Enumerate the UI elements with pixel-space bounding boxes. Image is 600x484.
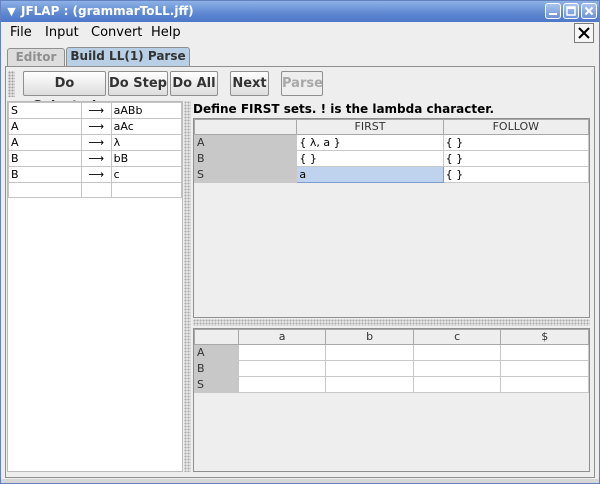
follow-cell[interactable]: { }	[442, 166, 590, 183]
menu-file[interactable]: File	[10, 25, 32, 41]
variable-cell: A	[194, 344, 239, 361]
parse-cell[interactable]	[500, 344, 589, 361]
production-lhs: B	[8, 166, 82, 183]
production-lhs: A	[8, 118, 82, 135]
arrow-icon: ⟶	[80, 118, 112, 135]
app-window: ▼ JFLAP : (grammarToLL.jff) File Input C…	[0, 0, 600, 484]
column-header-variable	[194, 329, 239, 345]
table-row: B { } { }	[193, 150, 590, 167]
production-rhs: bB	[110, 150, 183, 167]
variable-cell: S	[193, 166, 298, 183]
table-row: A { λ, a } { }	[193, 134, 590, 151]
window-title: JFLAP : (grammarToLL.jff)	[21, 4, 194, 18]
toolbar: Do Selected Do Step Do All Next Parse	[6, 69, 594, 114]
arrow-icon: ⟶	[80, 166, 112, 183]
table-row[interactable]: B ⟶ bB	[8, 150, 183, 167]
arrow-icon: ⟶	[80, 102, 112, 119]
first-follow-table: FIRST FOLLOW A { λ, a } { } B { } { } S …	[193, 118, 590, 318]
parse-cell[interactable]	[500, 376, 589, 393]
variable-cell: B	[194, 360, 239, 377]
close-icon	[578, 27, 590, 39]
close-document-button[interactable]	[574, 23, 594, 43]
menu-help[interactable]: Help	[151, 25, 181, 41]
horizontal-split-divider[interactable]	[193, 319, 590, 326]
variable-cell: B	[193, 150, 298, 167]
first-cell[interactable]: { λ, a }	[296, 134, 444, 151]
table-row: S a { }	[193, 166, 590, 183]
tab-bar: Editor Build LL(1) Parse	[1, 44, 599, 66]
production-lhs[interactable]	[8, 182, 82, 198]
vertical-split-divider[interactable]	[184, 101, 191, 472]
arrow-icon: ⟶	[80, 150, 112, 167]
production-rhs: λ	[110, 134, 183, 151]
window-bottom-edge	[1, 479, 599, 483]
production-lhs: S	[8, 102, 82, 119]
table-row: A	[194, 344, 589, 361]
parse-cell[interactable]	[500, 360, 589, 377]
parse-table: a b c $ A B S	[193, 328, 590, 472]
do-selected-button[interactable]: Do Selected	[23, 71, 106, 114]
maximize-button[interactable]	[563, 3, 579, 19]
parse-cell[interactable]	[325, 344, 414, 361]
table-row-empty[interactable]	[8, 182, 183, 198]
production-rhs[interactable]	[110, 182, 183, 198]
production-rhs: c	[110, 166, 183, 183]
follow-cell[interactable]: { }	[442, 150, 590, 167]
chevron-down-icon[interactable]: ▼	[4, 4, 19, 19]
column-header-follow[interactable]: FOLLOW	[442, 119, 590, 135]
next-button[interactable]: Next	[230, 71, 269, 96]
maximize-icon	[566, 6, 576, 16]
production-arrow	[80, 182, 112, 198]
minimize-button[interactable]	[545, 3, 561, 19]
follow-cell[interactable]: { }	[442, 134, 590, 151]
table-row[interactable]: A ⟶ λ	[8, 134, 183, 151]
table-row[interactable]: S ⟶ aABb	[8, 102, 183, 119]
instruction-label: Define FIRST sets. ! is the lambda chara…	[193, 102, 495, 116]
table-row[interactable]: B ⟶ c	[8, 166, 183, 183]
column-header-terminal[interactable]: a	[237, 329, 327, 345]
tab-build-ll1-parse[interactable]: Build LL(1) Parse	[66, 47, 190, 66]
column-header-end-marker[interactable]: $	[500, 329, 589, 345]
parse-cell[interactable]	[237, 360, 327, 377]
column-header-terminal[interactable]: c	[412, 329, 502, 345]
table-row[interactable]: A ⟶ aAc	[8, 118, 183, 135]
variable-cell: S	[194, 376, 239, 393]
table-row: S	[194, 376, 589, 393]
parse-cell[interactable]	[237, 376, 327, 393]
production-rhs: aABb	[110, 102, 183, 119]
first-cell[interactable]: { }	[296, 150, 444, 167]
grammar-table: S ⟶ aABb A ⟶ aAc A ⟶ λ B ⟶ bB B ⟶ c	[7, 101, 183, 472]
column-header-variable	[193, 119, 298, 135]
production-rhs: aAc	[110, 118, 183, 135]
parse-cell[interactable]	[412, 376, 502, 393]
parse-button[interactable]: Parse	[281, 71, 323, 96]
arrow-icon: ⟶	[80, 134, 112, 151]
parse-cell[interactable]	[237, 344, 327, 361]
column-header-terminal[interactable]: b	[325, 329, 414, 345]
toolbar-grip[interactable]	[8, 71, 15, 97]
do-all-button[interactable]: Do All	[170, 71, 218, 96]
menu-input[interactable]: Input	[45, 25, 79, 41]
menu-bar: File Input Convert Help	[1, 22, 599, 44]
production-lhs: A	[8, 134, 82, 151]
close-window-button[interactable]	[581, 3, 597, 19]
variable-cell: A	[193, 134, 298, 151]
minimize-icon	[549, 13, 557, 15]
production-lhs: B	[8, 150, 82, 167]
do-step-button[interactable]: Do Step	[108, 71, 168, 96]
title-bar: ▼ JFLAP : (grammarToLL.jff)	[1, 1, 599, 22]
table-row: B	[194, 360, 589, 377]
tab-editor[interactable]: Editor	[7, 48, 65, 66]
first-cell-editing[interactable]: a	[296, 166, 444, 183]
parse-cell[interactable]	[325, 376, 414, 393]
parse-cell[interactable]	[412, 344, 502, 361]
parse-cell[interactable]	[412, 360, 502, 377]
parse-cell[interactable]	[325, 360, 414, 377]
close-icon	[584, 6, 594, 16]
menu-convert[interactable]: Convert	[91, 25, 142, 41]
column-header-first[interactable]: FIRST	[296, 119, 444, 135]
